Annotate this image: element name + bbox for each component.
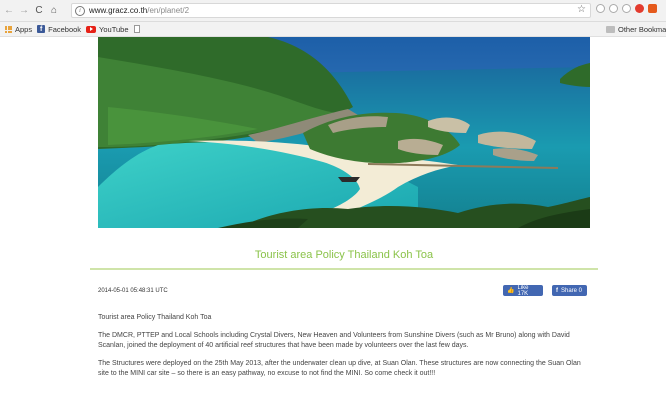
info-icon[interactable]: i: [75, 5, 85, 16]
bookmark-label: Apps: [15, 24, 33, 34]
url-host: www.gracz.co.th: [89, 6, 148, 15]
shield-extension-icon[interactable]: [648, 4, 657, 13]
folder-icon: [606, 26, 615, 33]
facebook-share-button[interactable]: f Share 0: [552, 285, 587, 296]
bookmark-apps[interactable]: Apps: [5, 25, 32, 34]
bookmark-star-icon[interactable]: ☆: [577, 4, 586, 15]
hero-image: [98, 37, 590, 228]
other-bookmarks[interactable]: Other Bookmarks: [606, 25, 666, 34]
bookmark-label: YouTube: [99, 24, 129, 34]
back-button[interactable]: ←: [3, 3, 15, 19]
facebook-like-button[interactable]: 👍 Like 17K: [503, 284, 543, 297]
article-date: 2014-05-01 05:48:31 UTC: [98, 288, 168, 294]
extension-icon[interactable]: [622, 4, 631, 13]
address-bar[interactable]: i www.gracz.co.th /en/planet/2 ☆: [71, 3, 591, 18]
extension-icons: [596, 4, 657, 13]
apps-icon: [5, 25, 12, 33]
extension-icon[interactable]: [596, 4, 605, 13]
bookmark-document[interactable]: [133, 25, 143, 33]
youtube-icon: [86, 25, 97, 33]
adblock-icon[interactable]: [635, 4, 644, 13]
article-body: Tourist area Policy Thailand Koh Toa The…: [98, 313, 590, 380]
social-buttons: 👍 Like 17K f Share 0: [503, 284, 587, 297]
home-button[interactable]: ⌂: [48, 3, 60, 19]
thumbs-up-icon: 👍: [507, 288, 515, 294]
reload-button[interactable]: C: [33, 3, 45, 19]
article-paragraph: The Structures were deployed on the 25th…: [98, 359, 581, 378]
facebook-icon: f: [556, 287, 558, 294]
article-paragraph: The DMCR, PTTEP and Local Schools includ…: [98, 331, 570, 350]
island-bay-illustration: [98, 37, 590, 228]
like-label: Like 17K: [517, 284, 529, 297]
article-paragraph: Tourist area Policy Thailand Koh Toa: [98, 314, 212, 321]
article-title: Tourist area Policy Thailand Koh Toa: [254, 249, 434, 261]
bookmark-facebook[interactable]: f Facebook: [37, 25, 81, 34]
bookmark-youtube[interactable]: YouTube: [86, 24, 129, 34]
document-icon: [133, 25, 140, 33]
title-divider: [90, 268, 598, 270]
forward-button[interactable]: →: [18, 3, 30, 19]
facebook-icon: f: [37, 25, 46, 33]
bookmarks-bar: Apps f Facebook YouTube Other Bookmarks: [0, 22, 666, 37]
extension-icon[interactable]: [609, 4, 618, 13]
browser-toolbar: ← → C ⌂ i www.gracz.co.th /en/planet/2 ☆: [0, 0, 666, 22]
share-label: Share 0: [561, 287, 583, 294]
url-path: /en/planet/2: [147, 6, 190, 15]
other-bookmarks-label: Other Bookmarks: [618, 25, 666, 34]
bookmark-label: Facebook: [48, 24, 82, 34]
